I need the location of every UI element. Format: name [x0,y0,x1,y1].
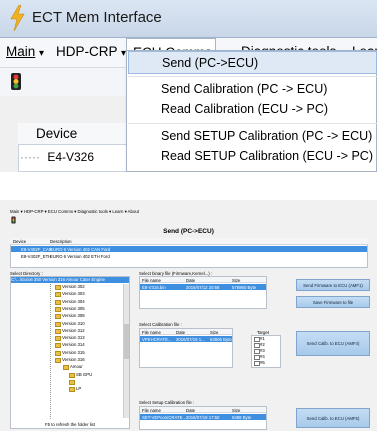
folder-icon [55,306,61,312]
target-label: #5 [260,360,265,365]
setup-file-label: Select Setup Calibration file : [139,400,195,405]
folder-icon [69,387,75,393]
full-window: Main ▾ HDP-CRP ▾ ECU Comms ▾ Diagnostic … [0,200,377,431]
folder-icon [69,379,75,385]
folder-icon [55,314,61,320]
folder-icon [55,350,61,356]
calibration-file-row[interactable]: VPEHCRATE... 2016/07/19 1... 63606 Byte [140,336,232,342]
folder-icon [55,285,61,290]
tree-item-label: Version 308 [62,313,85,319]
tree-item-label: Version 315 [62,349,85,355]
target-options: #1 #2 #3 #4 #5 [254,336,279,366]
app-icon [10,5,25,31]
folder-icon [55,336,61,342]
menu-hdp-crp[interactable]: HDP-CRP ▾ [56,44,126,59]
tree-item-label: Version 302 [62,284,85,289]
version-list: Version 302 Version 303 Version 304 Version… [55,284,120,393]
tree-item-label: Version 312 [62,327,85,333]
device-header: Device [18,123,138,145]
folder-icon [55,321,61,327]
menu-separator [128,76,377,77]
binary-file-row[interactable]: E8-V316.bin 2016/07/12 20:58 576960 Byte [140,284,266,290]
tree-item-label: Version 313 [62,335,85,341]
window-title: ECT Mem Interface [32,9,162,26]
tree-item-label: Version 303 [62,291,85,297]
tree-item-label: Amour [70,364,83,370]
folder-icon [63,365,69,371]
refresh-note: F5 to refresh the folder list [45,422,95,427]
setup-file-header: File name Date Size [140,407,266,413]
checkbox-icon [254,348,260,354]
menu-item-read-calibration[interactable]: Read Calibration (ECU -> PC) [128,98,377,121]
calibration-file-label: Select Calibration file : [139,322,182,327]
menu-separator [128,123,377,124]
tree-item-label: Version 304 [62,298,85,304]
folder-icon [55,343,61,349]
send-firmware-button[interactable]: Send Firmware to ECU (AMF1) [296,279,370,291]
menu-item-read-setup-calibration[interactable]: Read SETUP Calibration (ECU -> PC) [128,145,377,168]
send-setup-calibration-button[interactable]: Send Calib. to ECU (AMF5) [296,408,370,428]
menu-item-send-pc-ecu[interactable]: Send (PC->ECU) [128,51,377,74]
device-row[interactable]: ····· E4-V326 [20,150,94,164]
target-label: #1 [260,336,265,341]
target-label: #3 [260,348,265,353]
page-title: Send (PC->ECU) [163,228,214,235]
tree-item-label: LP [76,386,82,392]
target-label: #4 [260,354,265,359]
send-calibration-button[interactable]: Send Calib. to ECU (AMF4) [296,331,370,356]
traffic-light-icon[interactable] [11,216,16,224]
folder-icon [55,328,61,334]
device-table-header: Device Description [10,238,368,245]
tree-item-label: Version 305 [62,305,85,311]
checkbox-icon [254,336,260,342]
zoomed-window: ECT Mem Interface Main ▾ HDP-CRP ▾ Diagn… [0,0,377,172]
setup-file-row[interactable]: SET-VEPcomCRATE... 2016/07/19 17:50 6388… [140,414,266,420]
checkbox-icon [254,342,260,348]
folder-icon [55,292,61,298]
tree-item-label: Cater Engine [76,378,102,384]
tree-scrollbar[interactable] [123,284,129,418]
device-row[interactable]: E8-V402F_ETH EURO 6 Version 402 ETH Ford [11,253,367,259]
ecu-comms-dropdown: Send (PC->ECU) Send Calibration (PC -> E… [126,50,377,172]
binary-file-header: File name Date Size [140,277,266,283]
folder-icon [69,372,75,378]
menu-bar[interactable]: Main ▾ HDP-CRP ▾ ECU Comms ▾ Diagnostic … [10,209,139,215]
target-label: #2 [260,342,265,347]
checkbox-icon [254,354,260,360]
checkbox-icon [254,360,260,366]
traffic-light-icon[interactable] [10,73,22,90]
tree-item-label: Version 314 [62,342,85,348]
folder-icon [55,299,61,305]
folder-icon [55,358,61,363]
save-firmware-button[interactable]: Save Firmware to file [296,296,370,308]
device-name: E4-V326 [47,150,95,164]
title-bar: ECT Mem Interface [0,0,377,38]
directory-path[interactable]: C:\...\Euro6 350 Version 316 Amour Cater… [11,277,129,283]
tree-item-label: Version 310 [62,320,85,326]
tree-item-label: SB GPU [76,371,93,377]
menu-main[interactable]: Main ▾ [6,44,44,59]
device-row[interactable]: E8-V402F_CAN EURO 6 Version 402 CAN Ford [11,246,367,252]
calibration-file-header: File name Date Size [140,329,232,335]
tree-item-label: Version 316 [62,357,85,362]
